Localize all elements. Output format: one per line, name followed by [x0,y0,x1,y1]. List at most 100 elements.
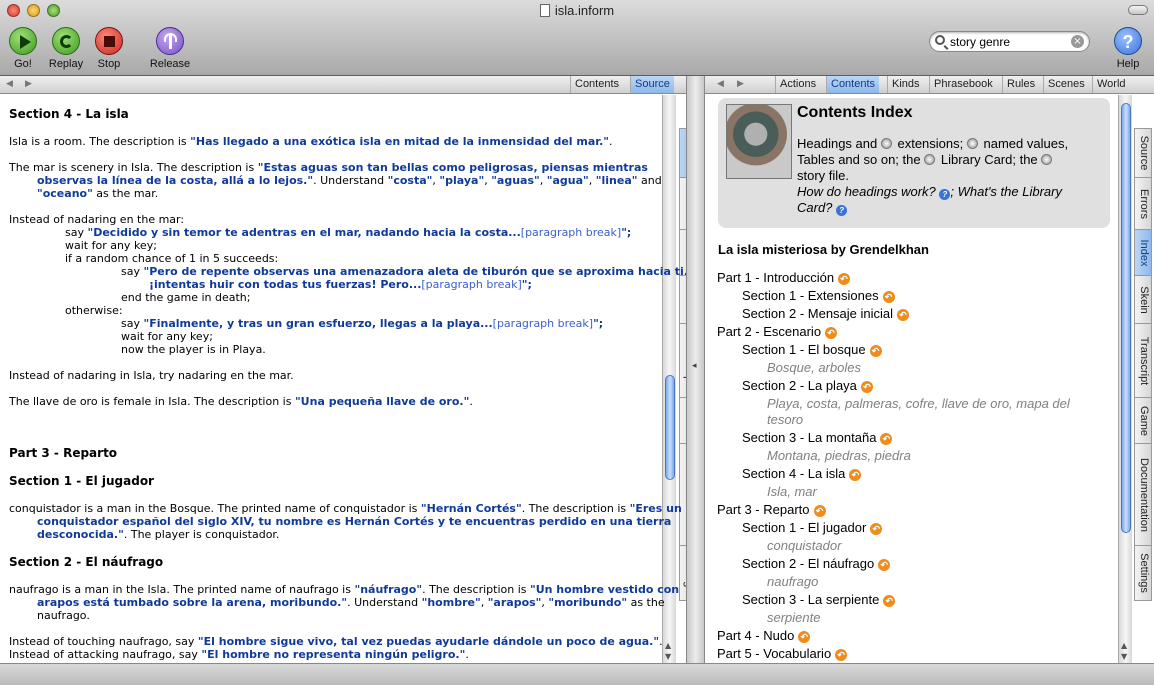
go-to-source-icon[interactable]: ↶ [849,469,862,481]
magnify-icon[interactable] [1041,154,1053,165]
back-arrow-icon[interactable]: ◀ [6,79,13,89]
release-button[interactable]: Release [142,27,198,70]
source-heading: Section 1 - El jugador [9,474,154,488]
help-question-icon[interactable]: ? [939,189,951,200]
right-scroll-thumb[interactable] [1121,103,1131,533]
clear-search-icon[interactable]: × [1071,35,1084,48]
search-field[interactable]: × [929,31,1090,52]
source-heading: Section 4 - La isla [9,107,129,121]
index-section[interactable]: Section 1 - El jugador ↶ [742,520,883,535]
go-to-source-icon[interactable]: ↶ [798,631,811,643]
go-to-source-icon[interactable]: ↶ [880,433,893,445]
left-scroll-thumb[interactable] [665,375,675,480]
index-detail: tesoro [767,412,804,427]
go-to-source-icon[interactable]: ↶ [825,327,838,339]
side-tab-index[interactable]: Index [1134,230,1152,276]
source-editor[interactable]: Section 4 - La isla Isla is a room. The … [9,102,697,662]
source-line: Isla is a room. The description is "Has … [9,135,613,148]
tab-scenes[interactable]: Scenes [1043,76,1089,93]
help-icon: ? [1114,27,1142,55]
go-to-source-icon[interactable]: ↶ [813,505,826,517]
magnify-icon[interactable] [924,154,936,165]
toolbar-toggle-button[interactable] [1128,5,1148,15]
index-section[interactable]: Section 1 - Extensiones ↶ [742,288,895,303]
go-to-source-icon[interactable]: ↶ [897,309,910,321]
index-part[interactable]: Part 2 - Escenario ↶ [717,324,838,339]
search-icon [935,35,945,45]
left-scrollbar[interactable]: ▲ ▼ [662,95,676,663]
go-to-source-icon[interactable]: ↶ [860,381,873,393]
side-tab-errors[interactable]: Errors [1134,178,1152,230]
release-label: Release [149,58,191,70]
go-to-source-icon[interactable]: ↶ [878,559,891,571]
index-section[interactable]: Section 2 - La playa ↶ [742,378,873,393]
index-detail: Isla, mar [767,484,817,499]
go-label: Go! [14,58,32,70]
forward-arrow-icon[interactable]: ▶ [737,79,744,89]
index-section[interactable]: Section 3 - La montaña ↶ [742,430,893,445]
index-section[interactable]: Section 1 - El bosque ↶ [742,342,882,357]
index-section[interactable]: Section 2 - El náufrago ↶ [742,556,891,571]
go-to-source-icon[interactable]: ↶ [870,523,883,535]
status-bar [0,663,1154,685]
side-tab-game[interactable]: Game [1134,398,1152,444]
source-line: Instead of touching naufrago, say "El ho… [9,635,663,648]
source-paragraph: conquistador is a man in the Bosque. The… [9,502,682,541]
search-input[interactable] [950,34,1068,49]
scroll-down-icon[interactable]: ▼ [1121,652,1127,661]
tab-phrasebook[interactable]: Phrasebook [929,76,997,93]
tab-rules[interactable]: Rules [1002,76,1039,93]
scroll-up-icon[interactable]: ▲ [1121,641,1127,650]
index-part[interactable]: Part 1 - Introducción ↶ [717,270,851,285]
magnify-icon[interactable] [880,138,892,149]
go-to-source-icon[interactable]: ↶ [838,273,851,285]
go-to-source-icon[interactable]: ↶ [835,649,848,661]
contents-index-description: Headings and extensions; named values, T… [797,136,1069,216]
help-button[interactable]: ? Help [1100,27,1154,70]
contents-index-title: Contents Index [797,104,913,121]
scroll-down-icon[interactable]: ▼ [665,652,671,661]
magnify-icon[interactable] [966,138,978,149]
replay-icon [52,27,80,55]
tab-contents[interactable]: Contents [570,76,623,93]
index-section[interactable]: Section 4 - La isla ↶ [742,466,862,481]
index-part[interactable]: Part 5 - Vocabulario ↶ [717,646,848,661]
tab-kinds[interactable]: Kinds [887,76,924,93]
index-section[interactable]: Section 2 - Mensaje inicial ↶ [742,306,910,321]
right-scrollbar[interactable]: ▲ ▼ [1118,95,1132,663]
divider-handle-icon: ◂ [692,361,697,371]
tab-actions[interactable]: Actions [775,76,820,93]
forward-arrow-icon[interactable]: ▶ [25,79,32,89]
side-tab-settings[interactable]: Settings [1134,546,1152,601]
replay-label: Replay [48,58,84,70]
help-label: Help [1116,58,1140,70]
index-section[interactable]: Section 3 - La serpiente ↶ [742,592,896,607]
source-paragraph: The mar is scenery in Isla. The descript… [9,161,662,200]
pane-divider[interactable]: ◂ [686,76,705,663]
contents-index-image [726,104,792,179]
source-line: The llave de oro is female in Isla. The … [9,395,473,408]
release-icon [156,27,184,55]
story-title: La isla misteriosa by Grendelkhan [718,242,929,257]
go-to-source-icon[interactable]: ↶ [883,595,896,607]
index-part[interactable]: Part 3 - Reparto ↶ [717,502,826,517]
side-tab-transcript[interactable]: Transcript [1134,324,1152,398]
tab-world[interactable]: World [1092,76,1130,93]
index-part[interactable]: Part 4 - Nudo ↶ [717,628,811,643]
side-tab-source[interactable]: Source [1134,128,1152,178]
help-question-icon[interactable]: ? [836,205,848,216]
index-detail: conquistador [767,538,842,553]
document-icon [539,4,550,17]
window-title: isla.inform [0,3,1154,18]
side-tab-documentation[interactable]: Documentation [1134,444,1152,546]
back-arrow-icon[interactable]: ◀ [717,79,724,89]
tab-contents[interactable]: Contents [826,76,880,93]
side-tab-skein[interactable]: Skein [1134,276,1152,324]
source-rule: Instead of nadaring en the mar: say "Dec… [9,213,697,356]
scroll-up-icon[interactable]: ▲ [665,641,671,650]
go-to-source-icon[interactable]: ↶ [869,345,882,357]
stop-button[interactable]: Stop [81,27,137,70]
tab-source[interactable]: Source [630,76,674,93]
left-tabbar: ◀ ▶ Contents Source [0,76,686,94]
go-to-source-icon[interactable]: ↶ [882,291,895,303]
